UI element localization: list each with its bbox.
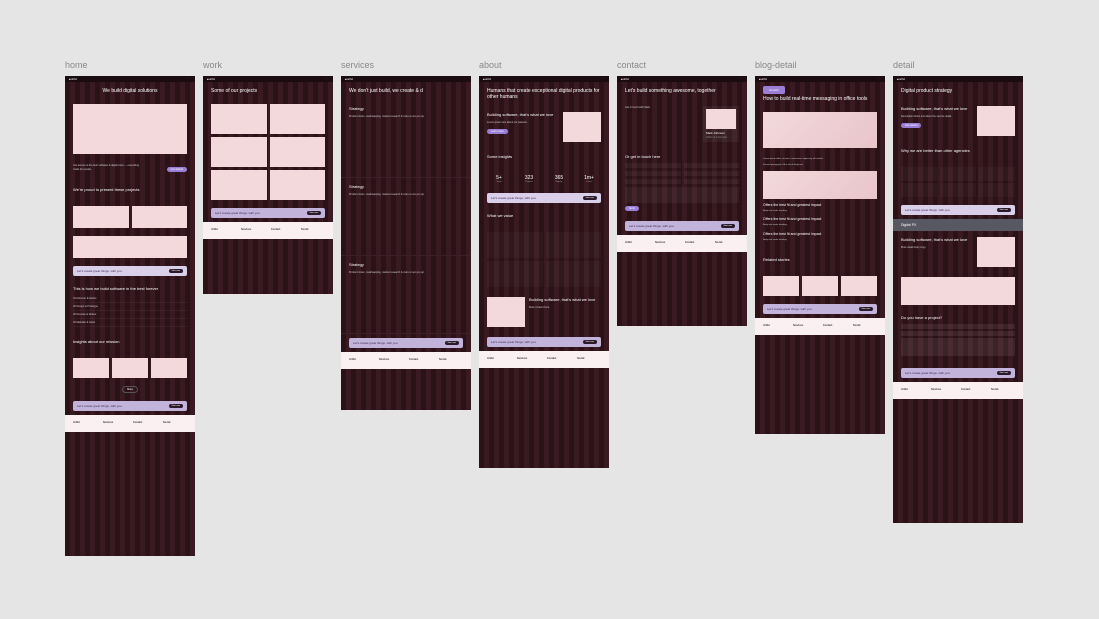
input-email[interactable]: [625, 171, 681, 176]
about-image: [563, 112, 601, 142]
value-card: [487, 261, 543, 287]
why-card: [940, 183, 977, 197]
about-hero: Humans that create exceptional digital p…: [487, 88, 601, 100]
more-button[interactable]: More: [122, 386, 138, 393]
cta-button[interactable]: Start now: [169, 269, 183, 273]
lead-button[interactable]: Get started: [167, 167, 187, 172]
related-thumb[interactable]: [763, 276, 799, 296]
input-email[interactable]: [901, 331, 1015, 336]
value-card: [546, 261, 602, 287]
list-item[interactable]: 03 Develop & Deliver: [73, 311, 187, 319]
why-card: [901, 167, 938, 181]
page-work[interactable]: ■ artful· · · · Some of our projects Let…: [203, 76, 333, 294]
value-card: [487, 232, 543, 258]
cta-button[interactable]: Start now: [169, 404, 183, 408]
blog-hero-image: [763, 112, 877, 148]
blog-title: How to build real-time messaging in offi…: [763, 96, 877, 102]
value-card: [546, 232, 602, 258]
input-phone[interactable]: [684, 171, 740, 176]
project-thumb[interactable]: [132, 206, 188, 228]
cta-button[interactable]: Start now: [445, 341, 459, 345]
input-message[interactable]: [901, 338, 1015, 356]
project-card[interactable]: [270, 104, 326, 134]
detail-wide-image: [901, 277, 1015, 305]
detail-hero: Digital product strategy: [901, 88, 1015, 94]
logo[interactable]: ■ artful: [69, 78, 77, 81]
get-started-button[interactable]: Get started: [901, 123, 921, 128]
hero-title: We build digital solutions: [73, 88, 187, 94]
project-thumb[interactable]: [73, 206, 129, 228]
detail-image: [977, 237, 1015, 267]
project-card[interactable]: [211, 104, 267, 134]
project-card[interactable]: [270, 137, 326, 167]
cta-button[interactable]: Start now: [583, 340, 597, 344]
insight-thumb[interactable]: [112, 358, 148, 378]
work-title: Some of our projects: [211, 88, 325, 94]
page-services[interactable]: ■ artful· · · · We don't just build, we …: [341, 76, 471, 410]
page-label-about: about: [479, 60, 609, 70]
list-item[interactable]: 04 Maintain & Grow: [73, 319, 187, 327]
page-label-services: services: [341, 60, 471, 70]
why-card: [978, 183, 1015, 197]
proud-title: We're proud to present these projects: [73, 187, 187, 192]
page-detail[interactable]: ■ artful· · · · Digital product strategy…: [893, 76, 1023, 523]
profile-card: Mark JohnsonCEO & Founder: [703, 106, 739, 142]
page-label-blog: blog-detail: [755, 60, 885, 70]
insight-thumb[interactable]: [73, 358, 109, 378]
design-canvas[interactable]: home ■ artful· · · · We build digital so…: [65, 60, 1023, 556]
lead-text: Get access to the best software & digita…: [73, 164, 141, 171]
cta-button[interactable]: Start now: [997, 208, 1011, 212]
input-lastname[interactable]: [684, 163, 740, 168]
why-card: [940, 167, 977, 181]
insight-thumb[interactable]: [151, 358, 187, 378]
build-title: This is how we build software in the bes…: [73, 286, 187, 291]
input-message[interactable]: [625, 187, 739, 203]
related-thumb[interactable]: [802, 276, 838, 296]
blog-image: [763, 171, 877, 199]
page-label-work: work: [203, 60, 333, 70]
input-company[interactable]: [625, 179, 681, 184]
insights-title: Insights about our mission: [73, 339, 187, 344]
list-item[interactable]: 02 Design & Prototype: [73, 303, 187, 311]
page-label-home: home: [65, 60, 195, 70]
page-label-detail: detail: [893, 60, 1023, 70]
detail-hero-2: Digital PX: [893, 219, 1023, 231]
project-card[interactable]: [211, 137, 267, 167]
why-card: [978, 167, 1015, 181]
detail-image: [977, 106, 1015, 136]
cta-button[interactable]: Start now: [721, 224, 735, 228]
page-about[interactable]: ■ artful· · · · Humans that create excep…: [479, 76, 609, 468]
cta-button[interactable]: Start now: [583, 196, 597, 200]
project-card[interactable]: [211, 170, 267, 200]
hero-image: [73, 104, 187, 154]
learn-button[interactable]: Learn more: [487, 129, 508, 134]
services-hero: We don't just build, we create & d: [349, 88, 463, 94]
cta-button[interactable]: Start now: [859, 307, 873, 311]
page-label-contact: contact: [617, 60, 747, 70]
page-blog-detail[interactable]: ■ artful· · · · Growth How to build real…: [755, 76, 885, 434]
project-card[interactable]: [270, 170, 326, 200]
related-thumb[interactable]: [841, 276, 877, 296]
input-name[interactable]: [901, 324, 1015, 329]
avatar: [706, 109, 736, 129]
input-budget[interactable]: [684, 179, 740, 184]
page-home[interactable]: ■ artful· · · · We build digital solutio…: [65, 76, 195, 556]
page-contact[interactable]: ■ artful· · · · Let's build something aw…: [617, 76, 747, 326]
cta-button[interactable]: Start now: [997, 371, 1011, 375]
cta-button[interactable]: Start now: [307, 211, 321, 215]
list-item[interactable]: 01 Discover & Define: [73, 295, 187, 303]
send-button[interactable]: Send: [625, 206, 639, 211]
input-firstname[interactable]: [625, 163, 681, 168]
blog-tag: Growth: [763, 86, 785, 94]
why-card: [901, 183, 938, 197]
project-thumb[interactable]: [73, 236, 187, 258]
contact-hero: Let's build something awesome, together: [625, 88, 739, 94]
about-image: [487, 297, 525, 327]
